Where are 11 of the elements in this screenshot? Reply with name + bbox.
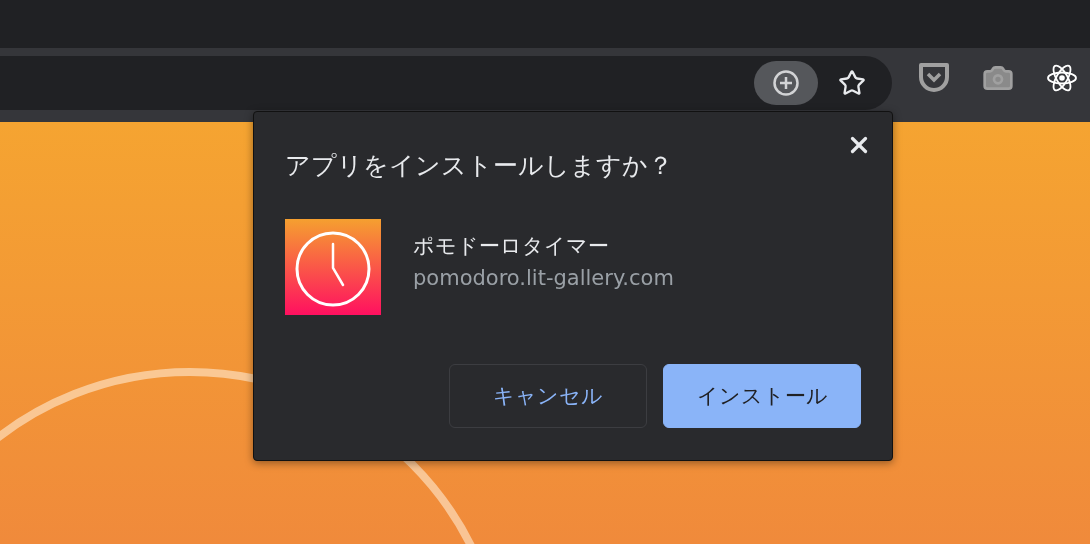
clock-app-icon: [285, 219, 381, 315]
app-name: ポモドーロタイマー: [413, 233, 610, 260]
pocket-icon: [918, 63, 950, 93]
cancel-button[interactable]: キャンセル: [449, 364, 647, 428]
app-url: pomodoro.lit-gallery.com: [413, 266, 674, 290]
plus-circle-icon: [772, 69, 800, 97]
install-app-button[interactable]: [754, 61, 818, 105]
dialog-title: アプリをインストールしますか？: [285, 150, 674, 182]
install-button[interactable]: インストール: [663, 364, 861, 428]
atom-icon: [1046, 63, 1078, 93]
star-icon: [838, 69, 866, 97]
